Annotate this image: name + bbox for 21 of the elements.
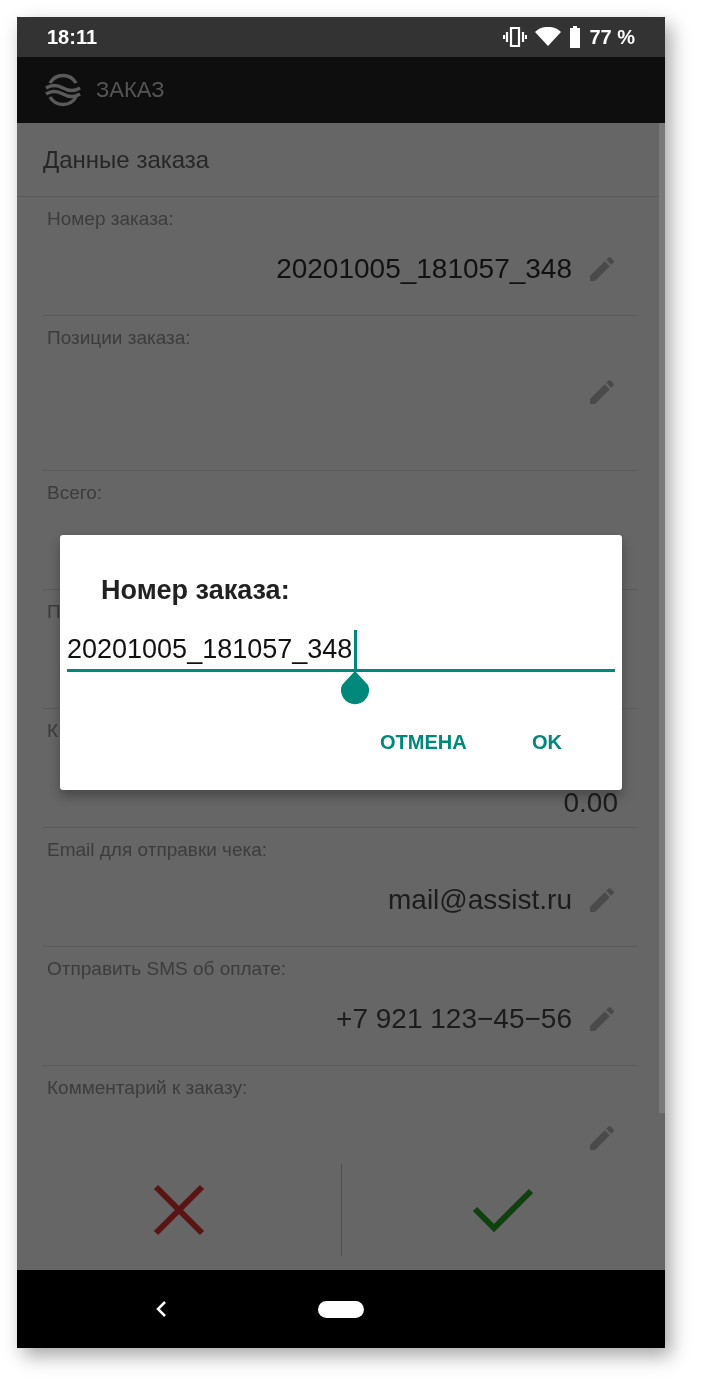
- field-value: +7 921 123−45−56: [336, 1003, 572, 1035]
- back-icon[interactable]: [154, 1300, 168, 1318]
- battery-percentage: 77 %: [589, 25, 635, 49]
- input-field[interactable]: 20201005_181057_348: [67, 629, 615, 672]
- app-title: ЗАКАЗ: [96, 77, 165, 103]
- field-value: mail@assist.ru: [388, 884, 572, 916]
- text-cursor: [354, 629, 358, 672]
- dialog-button[interactable]: OK: [526, 727, 568, 758]
- check-icon: [472, 1187, 535, 1233]
- status-time: 18:11: [47, 25, 98, 49]
- close-icon: [152, 1184, 205, 1236]
- field-value: 20201005_181057_348: [276, 253, 572, 285]
- battery-icon: [569, 26, 582, 48]
- dialog-button[interactable]: ОТМЕНА: [374, 727, 473, 758]
- field-value: 0.00: [563, 787, 618, 819]
- home-button[interactable]: [318, 1300, 364, 1318]
- logo-icon: [44, 71, 82, 109]
- wifi-icon: [535, 27, 562, 47]
- vibrate-icon: [503, 26, 528, 48]
- dialog-title: Номер заказа:: [101, 575, 290, 606]
- section-title: Данные заказа: [43, 145, 210, 174]
